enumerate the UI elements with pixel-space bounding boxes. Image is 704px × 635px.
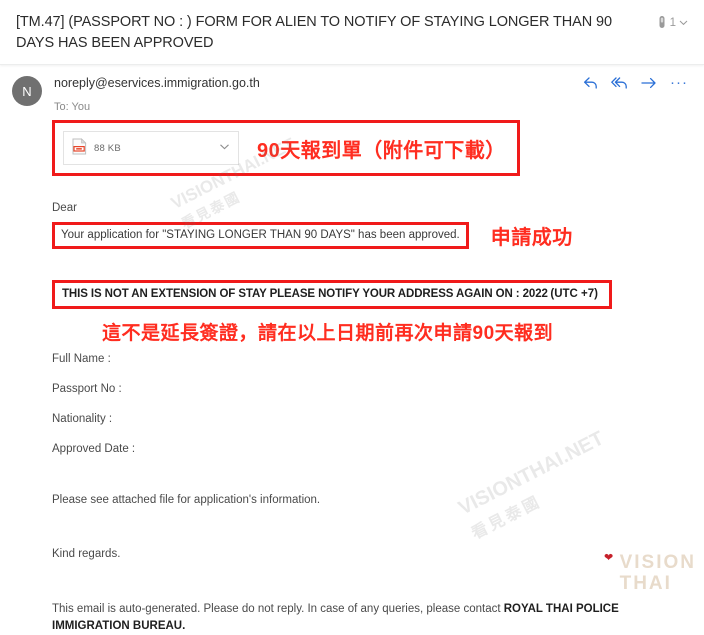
field-nationality: Nationality :: [52, 413, 113, 425]
sender-info: noreply@eservices.immigration.go.th To: …: [42, 75, 583, 114]
message-body: 88 KB 90天報到單（附件可下載） Dear Your applicatio…: [0, 120, 704, 635]
avatar: N: [12, 76, 42, 106]
notify-utc-label: (UTC +7): [550, 288, 598, 300]
reply-all-icon[interactable]: [611, 76, 628, 90]
recipient-line[interactable]: To: You: [54, 100, 583, 114]
notify-text: THIS IS NOT AN EXTENSION OF STAY PLEASE …: [62, 288, 548, 300]
attachment-card-wrap: 88 KB: [59, 127, 243, 169]
field-full-name: Full Name :: [52, 353, 111, 365]
forward-icon[interactable]: [641, 76, 657, 90]
application-fields: Full Name : Passport No : Nationality : …: [52, 353, 688, 455]
attachment-count-indicator[interactable]: 1: [657, 12, 688, 30]
notify-highlight-box: THIS IS NOT AN EXTENSION OF STAY PLEASE …: [52, 280, 612, 309]
attachment-card[interactable]: 88 KB: [63, 131, 239, 165]
attachment-annotation: 90天報到單（附件可下載）: [257, 139, 506, 162]
notify-annotation: 這不是延長簽證，請在以上日期前再次申請90天報到: [102, 323, 554, 344]
approval-row: Your application for "STAYING LONGER THA…: [52, 221, 688, 250]
attached-file-note: Please see attached file for application…: [52, 494, 321, 506]
subject-header: [TM.47] (PASSPORT NO : ) FORM FOR ALIEN …: [0, 0, 704, 65]
footer-text: This email is auto-generated. Please do …: [52, 603, 504, 615]
approval-text: Your application for "STAYING LONGER THA…: [61, 229, 460, 241]
approval-annotation: 申請成功: [490, 227, 573, 249]
chevron-down-icon[interactable]: [679, 18, 688, 27]
message-header: N noreply@eservices.immigration.go.th To…: [0, 65, 704, 114]
reply-icon[interactable]: [583, 76, 598, 90]
attachment-highlight-box: 88 KB 90天報到單（附件可下載）: [52, 120, 520, 176]
page-title: [TM.47] (PASSPORT NO : ) FORM FOR ALIEN …: [16, 14, 612, 51]
greeting-text: Dear: [52, 202, 77, 214]
chevron-down-icon[interactable]: [219, 141, 230, 155]
field-approved-date: Approved Date :: [52, 443, 136, 455]
message-actions: ···: [583, 75, 688, 90]
attachment-size: 88 KB: [94, 142, 121, 154]
pdf-file-icon: [72, 138, 87, 158]
approval-highlight-box: Your application for "STAYING LONGER THA…: [52, 222, 469, 249]
attachment-count-label: 1: [669, 16, 676, 29]
field-passport-no: Passport No :: [52, 383, 122, 395]
sign-off: Kind regards.: [52, 548, 121, 560]
footer-disclaimer: This email is auto-generated. Please do …: [52, 601, 688, 635]
sender-email[interactable]: noreply@eservices.immigration.go.th: [54, 75, 583, 91]
paperclip-icon: [657, 15, 667, 30]
